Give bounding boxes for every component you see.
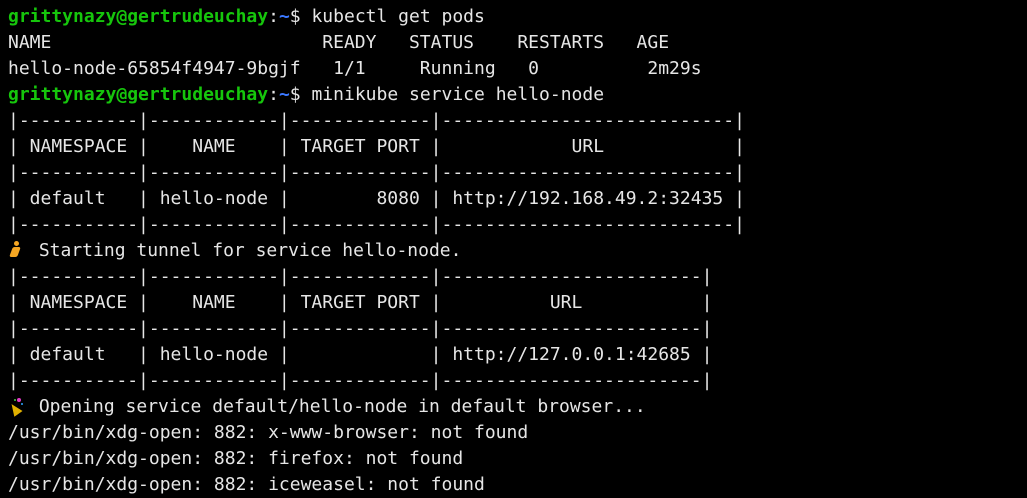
prompt-separator: : bbox=[268, 6, 279, 27]
table-row-line: | default | hello-node | 8080 | http://1… bbox=[8, 188, 745, 209]
table-row-line: | default | hello-node | | http://127.0.… bbox=[8, 344, 713, 365]
prompt-line: grittynazy@gertrudeuchay:~$ minikube ser… bbox=[8, 82, 745, 108]
table-header-line: | NAMESPACE | NAME | TARGET PORT | URL | bbox=[8, 292, 713, 313]
error-line: /usr/bin/xdg-open: 882: firefox: not fou… bbox=[8, 448, 464, 469]
table-border-line: |-----------|------------|-------------|… bbox=[8, 110, 745, 131]
table-border-line: |-----------|------------|-------------|… bbox=[8, 162, 745, 183]
error-line: /usr/bin/xdg-open: 882: iceweasel: not f… bbox=[8, 474, 485, 495]
table-border-line: |-----------|------------|-------------|… bbox=[8, 266, 713, 287]
prompt-user: grittynazy@gertrudeuchay bbox=[8, 6, 269, 27]
output-line: NAME READY STATUS RESTARTS AGE bbox=[8, 32, 670, 53]
output-line: hello-node-65854f4947-9bgjf 1/1 Running … bbox=[8, 58, 702, 79]
party-popper-icon bbox=[8, 397, 24, 415]
status-text: Opening service default/hello-node in de… bbox=[28, 396, 646, 417]
prompt-line: grittynazy@gertrudeuchay:~$ kubectl get … bbox=[8, 4, 745, 30]
terminal-window[interactable]: grittynazy@gertrudeuchay:~$ kubectl get … bbox=[0, 0, 1027, 498]
status-text: Starting tunnel for service hello-node. bbox=[28, 240, 462, 261]
prompt-symbol: $ bbox=[289, 84, 312, 105]
status-line: Opening service default/hello-node in de… bbox=[8, 394, 745, 420]
prompt-separator: : bbox=[268, 84, 279, 105]
table-border-line: |-----------|------------|-------------|… bbox=[8, 318, 713, 339]
command-text: kubectl get pods bbox=[311, 6, 485, 27]
command-text: minikube service hello-node bbox=[311, 84, 605, 105]
prompt-symbol: $ bbox=[289, 6, 312, 27]
prompt-user: grittynazy@gertrudeuchay bbox=[8, 84, 269, 105]
runner-icon bbox=[8, 241, 24, 259]
status-line: Starting tunnel for service hello-node. bbox=[8, 238, 745, 264]
table-border-line: |-----------|------------|-------------|… bbox=[8, 214, 745, 235]
table-header-line: | NAMESPACE | NAME | TARGET PORT | URL | bbox=[8, 136, 745, 157]
prompt-path: ~ bbox=[278, 6, 290, 27]
error-line: /usr/bin/xdg-open: 882: x-www-browser: n… bbox=[8, 422, 529, 443]
terminal-output: grittynazy@gertrudeuchay:~$ kubectl get … bbox=[8, 4, 745, 498]
prompt-path: ~ bbox=[278, 84, 290, 105]
table-border-line: |-----------|------------|-------------|… bbox=[8, 370, 713, 391]
